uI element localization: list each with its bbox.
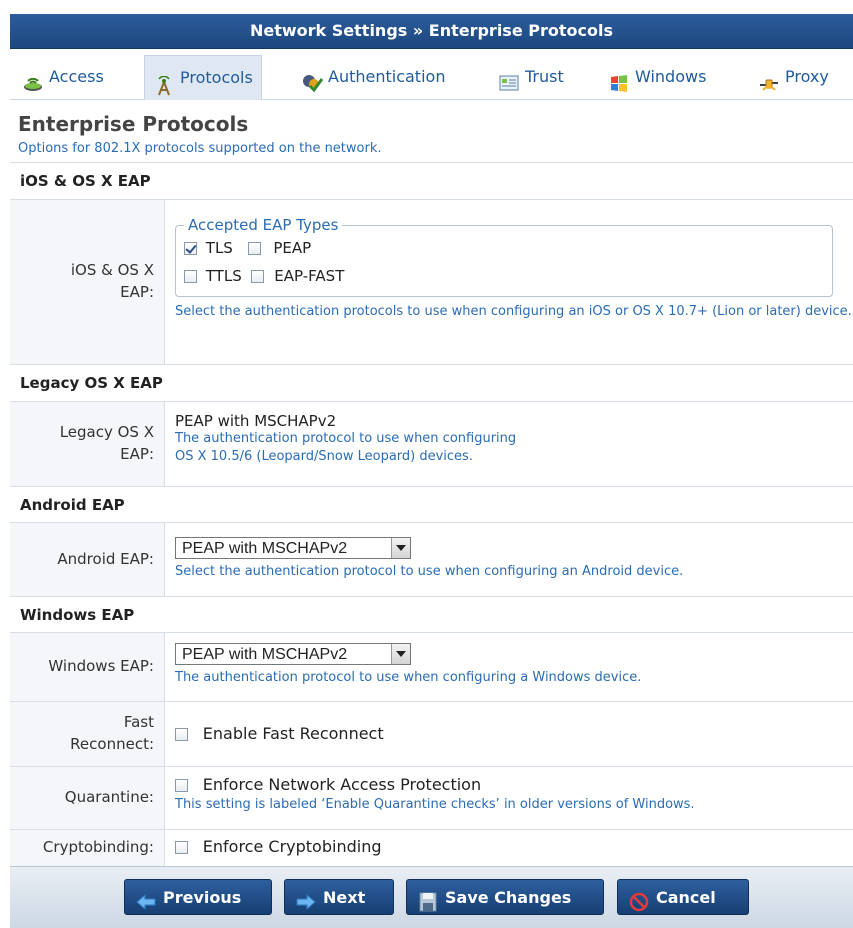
arrow-right-icon <box>295 889 317 910</box>
row-quarantine: Quarantine: Enforce Network Access Prote… <box>10 767 853 830</box>
windows-eap-label: Windows EAP: <box>10 633 165 701</box>
row-cryptobinding: Cryptobinding: Enforce Cryptobinding <box>10 830 853 867</box>
tab-authentication[interactable]: Authentication <box>293 57 453 97</box>
arrow-left-icon <box>135 889 157 910</box>
tab-windows[interactable]: Windows <box>600 57 714 97</box>
ios-eap-label: iOS & OS X EAP: <box>10 200 165 364</box>
section-legacy-eap: Legacy OS X EAP <box>10 365 853 402</box>
chevron-down-icon <box>391 538 410 558</box>
row-fast-reconnect: Fast Reconnect: Enable Fast Reconnect <box>10 702 853 767</box>
windows-eap-hint: The authentication protocol to use when … <box>175 670 642 685</box>
quarantine-option-label: Enforce Network Access Protection <box>202 775 482 794</box>
section-windows-eap: Windows EAP <box>10 597 853 633</box>
windows-eap-select[interactable]: PEAP with MSCHAPv2 <box>175 643 411 665</box>
tab-label: Windows <box>635 67 707 86</box>
tab-label: Protocols <box>180 68 253 87</box>
cryptobinding-option-label: Enforce Cryptobinding <box>202 837 382 856</box>
page-subtitle: Options for 802.1X protocols supported o… <box>18 141 382 156</box>
peap-label: PEAP <box>273 239 312 257</box>
eap-fast-label: EAP-FAST <box>274 267 345 285</box>
ios-eap-hint: Select the authentication protocols to u… <box>175 304 852 319</box>
tab-label: Authentication <box>328 67 446 86</box>
windows-icon <box>608 68 630 92</box>
eap-fast-checkbox[interactable] <box>250 270 264 283</box>
cancel-button[interactable]: Cancel <box>617 879 749 915</box>
legacy-eap-value: PEAP with MSCHAPv2 <box>175 412 337 430</box>
page-title: Enterprise Protocols <box>18 112 249 136</box>
android-eap-label: Android EAP: <box>10 523 165 596</box>
legacy-eap-hint-line1: The authentication protocol to use when … <box>175 431 517 446</box>
chevron-down-icon <box>391 644 410 664</box>
legacy-eap-label: Legacy OS X EAP: <box>10 402 165 486</box>
section-android-eap: Android EAP <box>10 487 853 523</box>
tab-bar: Access Protocols Authentication Trust Wi… <box>10 49 853 100</box>
quarantine-label: Quarantine: <box>10 767 165 829</box>
tab-proxy[interactable]: Proxy <box>750 57 837 97</box>
row-legacy-eap: Legacy OS X EAP: PEAP with MSCHAPv2 The … <box>10 402 853 487</box>
quarantine-checkbox[interactable] <box>175 779 188 792</box>
protocols-icon <box>153 69 175 95</box>
row-android-eap: Android EAP: PEAP with MSCHAPv2 Select t… <box>10 523 853 597</box>
legacy-eap-hint-line2: OS X 10.5/6 (Leopard/Snow Leopard) devic… <box>175 449 473 465</box>
ttls-checkbox[interactable] <box>184 270 197 283</box>
previous-button[interactable]: Previous <box>124 879 272 915</box>
tab-label: Access <box>49 67 104 86</box>
cancel-icon <box>628 889 650 911</box>
tab-label: Trust <box>525 67 564 86</box>
quarantine-hint: This setting is labeled ‘Enable Quaranti… <box>175 797 695 812</box>
form-footer: Previous Next Save Changes Cancel <box>10 866 853 928</box>
tab-trust[interactable]: Trust <box>490 57 572 97</box>
page-header: Network Settings » Enterprise Protocols <box>10 14 853 49</box>
save-changes-button[interactable]: Save Changes <box>406 879 604 915</box>
ttls-label: TTLS <box>205 267 242 285</box>
fast-reconnect-label: Fast Reconnect: <box>10 702 165 766</box>
row-windows-eap: Windows EAP: PEAP with MSCHAPv2 The auth… <box>10 633 853 702</box>
tab-label: Proxy <box>785 67 829 86</box>
trust-icon <box>498 68 520 90</box>
android-eap-hint: Select the authentication protocol to us… <box>175 564 684 579</box>
save-icon <box>417 889 439 911</box>
section-ios-eap: iOS & OS X EAP <box>10 163 853 200</box>
proxy-icon <box>758 68 780 91</box>
fast-reconnect-option-label: Enable Fast Reconnect <box>202 724 384 743</box>
fast-reconnect-checkbox[interactable] <box>175 728 188 741</box>
tls-label: TLS <box>205 239 233 257</box>
cryptobinding-checkbox[interactable] <box>175 841 188 854</box>
android-eap-select[interactable]: PEAP with MSCHAPv2 <box>175 537 411 559</box>
access-icon <box>22 68 44 91</box>
authentication-icon <box>301 68 324 92</box>
tls-checkbox[interactable] <box>184 242 197 255</box>
accepted-eap-types-legend: Accepted EAP Types <box>188 216 339 234</box>
next-button[interactable]: Next <box>284 879 394 915</box>
row-ios-eap: iOS & OS X EAP: Accepted EAP Types TLS P… <box>10 200 853 365</box>
tab-access[interactable]: Access <box>14 57 112 97</box>
cryptobinding-label: Cryptobinding: <box>10 830 165 866</box>
tab-protocols[interactable]: Protocols <box>144 55 262 100</box>
peap-checkbox[interactable] <box>247 242 261 255</box>
accepted-eap-types-group: Accepted EAP Types TLS PEAP TTLS EAP-FAS… <box>175 216 833 297</box>
